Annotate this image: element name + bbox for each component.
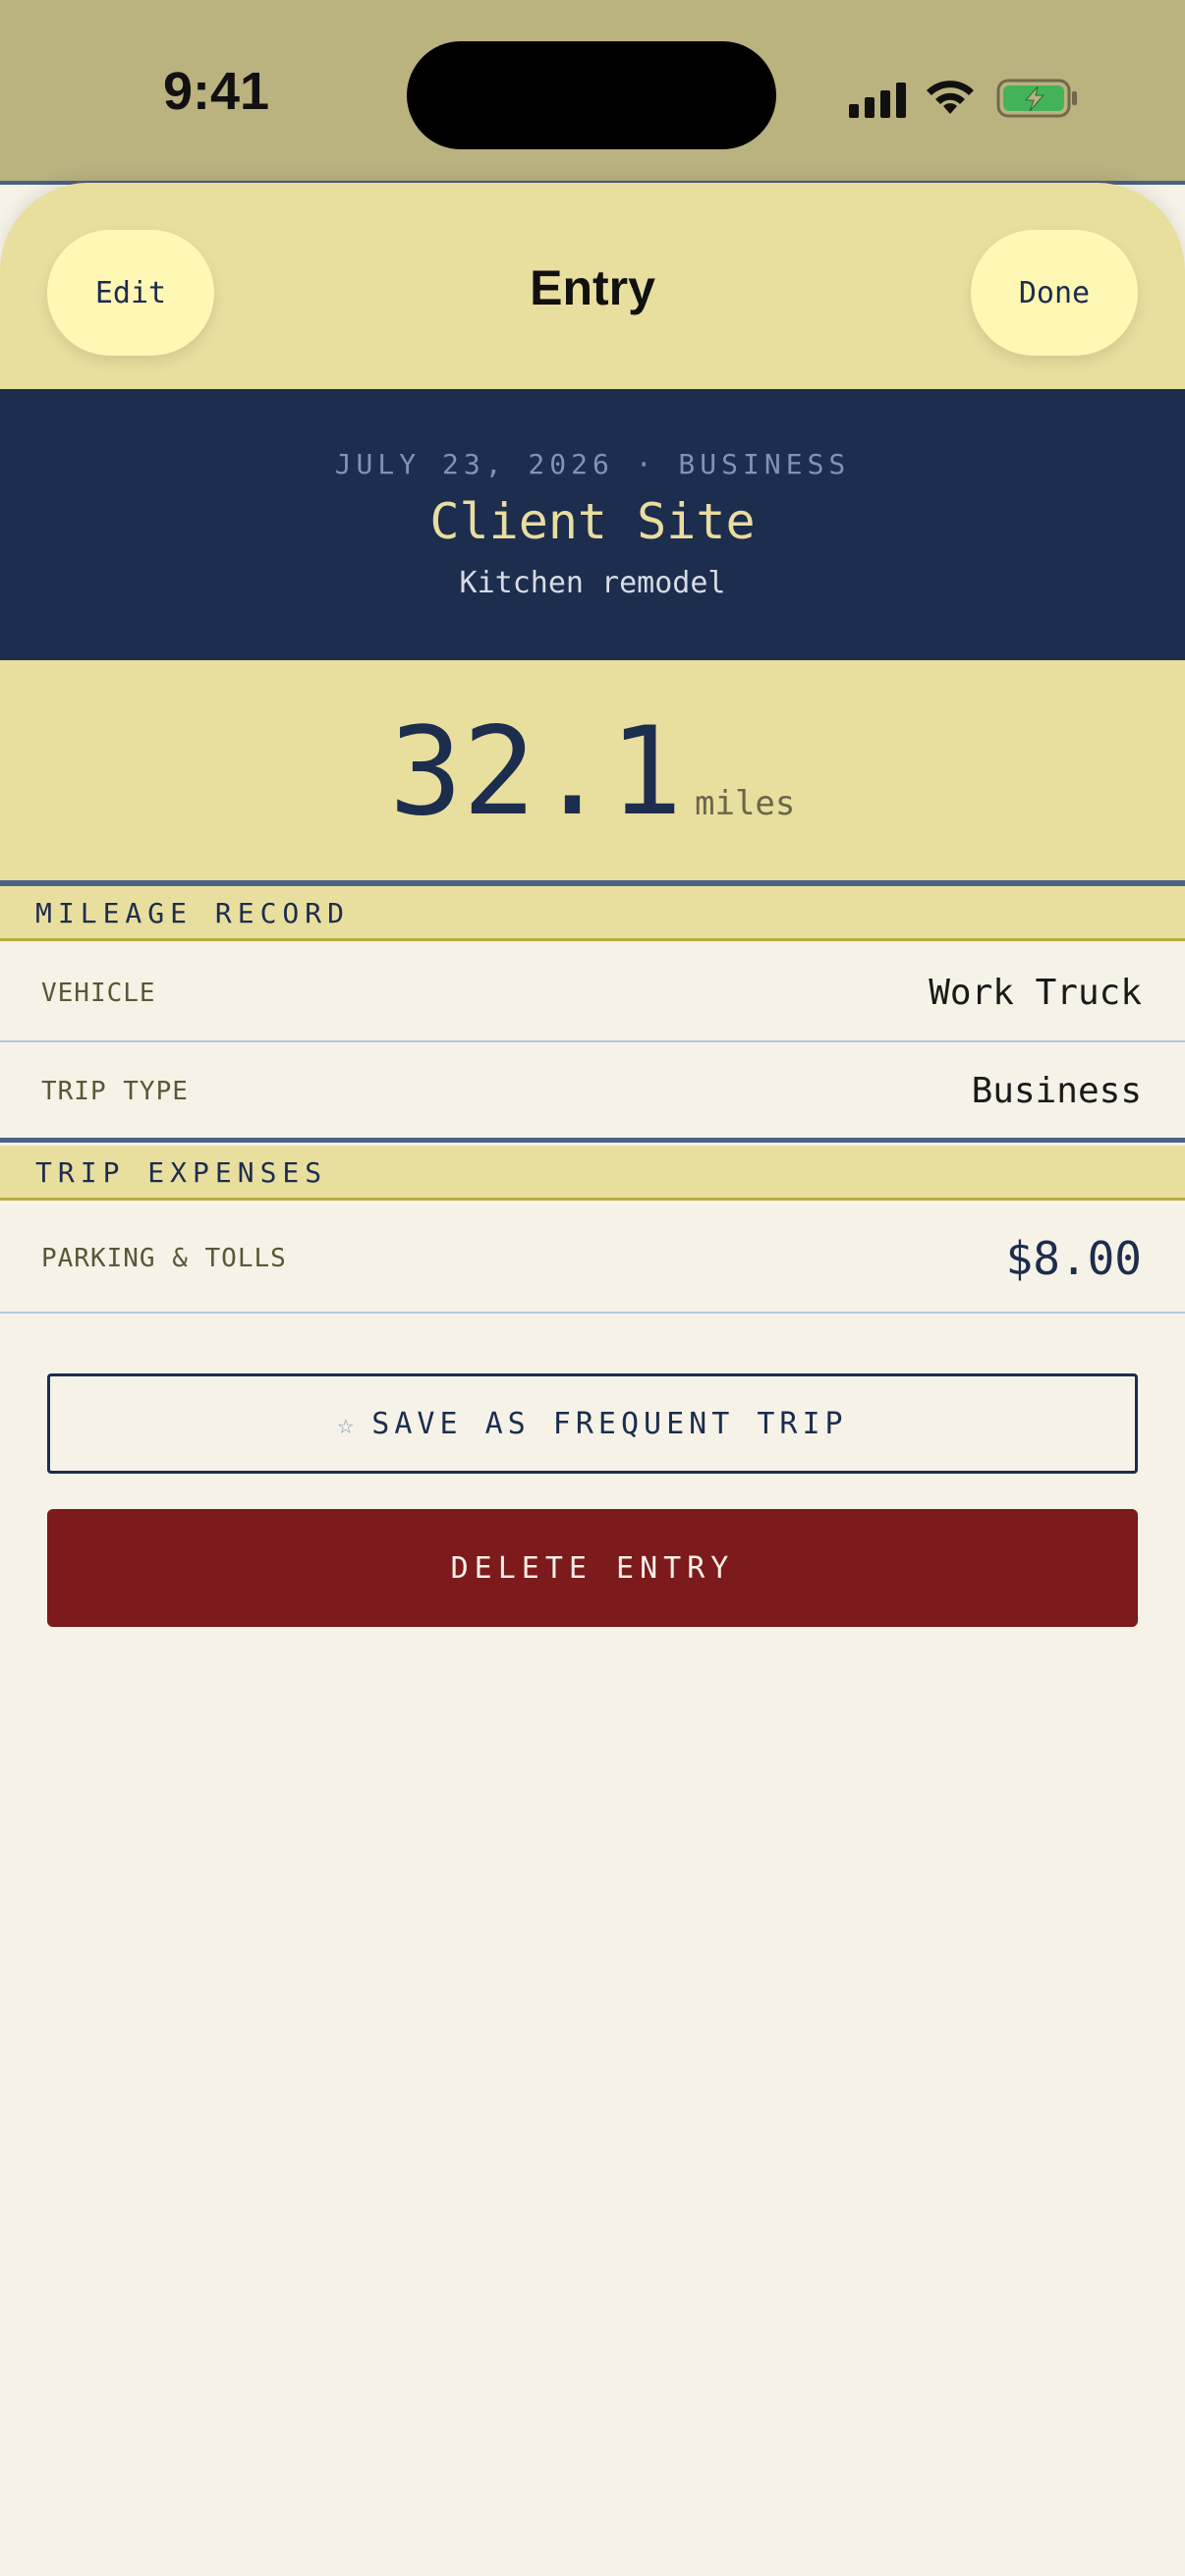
nav-header: Edit Entry Done (0, 183, 1185, 389)
parking-tolls-row[interactable]: PARKING & TOLLS $8.00 (0, 1204, 1185, 1314)
status-bar: 9:41 (0, 0, 1185, 185)
parking-tolls-label: PARKING & TOLLS (41, 1244, 287, 1273)
trip-type-row[interactable]: TRIP TYPE Business (0, 1042, 1185, 1143)
delete-entry-button[interactable]: DELETE ENTRY (47, 1509, 1138, 1627)
trip-purpose: Kitchen remodel (459, 566, 726, 600)
miles-value: 32.1 (389, 701, 683, 843)
vehicle-row[interactable]: VEHICLE Work Truck (0, 944, 1185, 1042)
status-time: 9:41 (162, 62, 270, 121)
trip-destination: Client Site (429, 493, 756, 550)
battery-charging-icon (996, 79, 1077, 118)
trip-hero: JULY 23, 2026 · BUSINESS Client Site Kit… (0, 389, 1185, 660)
save-frequent-trip-label: SAVE AS FREQUENT TRIP (371, 1406, 848, 1441)
section-header-mileage: MILEAGE RECORD (0, 886, 1185, 941)
wifi-icon (927, 81, 974, 114)
miles-unit: miles (695, 784, 796, 823)
miles-summary: 32.1 miles (0, 660, 1185, 886)
vehicle-value: Work Truck (929, 973, 1142, 1013)
dynamic-island (407, 41, 776, 149)
save-frequent-trip-button[interactable]: ☆ SAVE AS FREQUENT TRIP (47, 1373, 1138, 1474)
star-icon: ☆ (337, 1407, 355, 1440)
trip-date-type: JULY 23, 2026 · BUSINESS (334, 448, 851, 480)
vehicle-label: VEHICLE (41, 979, 156, 1008)
trip-type-label: TRIP TYPE (41, 1077, 189, 1106)
done-button[interactable]: Done (971, 230, 1138, 356)
cellular-signal-icon (849, 83, 906, 118)
trip-type-value: Business (971, 1071, 1142, 1111)
parking-tolls-value: $8.00 (1005, 1232, 1142, 1285)
section-header-expenses: TRIP EXPENSES (0, 1146, 1185, 1201)
